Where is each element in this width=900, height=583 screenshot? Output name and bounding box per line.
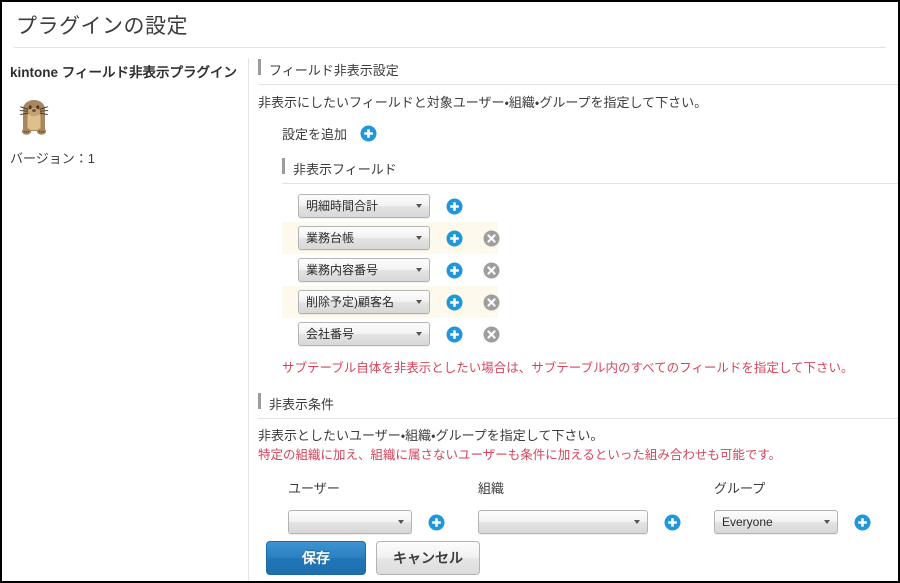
hide-conditions-block: 非表示条件 非表示としたいユーザー・組織・グループを指定して下さい。 特定の組織…	[258, 392, 898, 534]
plus-circle-icon	[446, 198, 463, 214]
otter-mascot-icon	[10, 91, 58, 139]
add-condition-button-group[interactable]	[854, 514, 871, 531]
hidden-field-row: 会社番号	[282, 318, 500, 350]
add-setting-plus-button[interactable]	[360, 125, 377, 142]
plus-circle-icon	[854, 514, 871, 530]
chevron-down-icon	[824, 520, 830, 524]
plus-circle-icon	[446, 326, 463, 342]
delete-circle-icon	[483, 262, 500, 278]
add-setting-label: 設定を追加	[282, 127, 348, 142]
field-hide-section-title: フィールド非表示設定	[258, 58, 898, 85]
condition-label-organization: 組織	[478, 481, 505, 496]
remove-field-button-2[interactable]	[483, 262, 500, 279]
condition-columns: ユーザー 組織 グループ Everyone	[288, 478, 898, 534]
chevron-down-icon	[416, 300, 422, 304]
hide-conditions-description: 非表示としたいユーザー・組織・グループを指定して下さい。	[258, 428, 604, 443]
chevron-down-icon	[416, 204, 422, 208]
plus-circle-icon	[428, 514, 445, 530]
plus-circle-icon	[446, 294, 463, 310]
condition-column-group: グループ Everyone	[714, 478, 894, 534]
hidden-field-select-0-value: 明細時間合計	[306, 199, 379, 213]
hidden-field-select-2-value: 業務内容番号	[306, 263, 379, 277]
hidden-field-select-2[interactable]: 業務内容番号	[298, 258, 430, 282]
settings-main: フィールド非表示設定 非表示にしたいフィールドと対象ユーザー・組織・グループを指…	[258, 58, 898, 534]
condition-control-user	[288, 510, 478, 534]
hidden-field-select-3[interactable]: 削除予定)顧客名	[298, 290, 430, 314]
add-condition-button-organization[interactable]	[664, 514, 681, 531]
subtable-warning: サブテーブル自体を非表示としたい場合は、サブテーブル内のすべてのフィールドを指定…	[282, 361, 854, 375]
condition-label-user: ユーザー	[288, 481, 340, 496]
remove-field-button-1[interactable]	[483, 230, 500, 247]
hidden-field-select-1[interactable]: 業務台帳	[298, 226, 430, 250]
condition-select-organization-value	[486, 511, 625, 533]
plugin-version: バージョン：1	[10, 151, 95, 166]
chevron-down-icon	[416, 236, 422, 240]
plus-circle-icon	[446, 262, 463, 278]
hidden-field-row: 明細時間合計	[282, 190, 498, 222]
add-field-button-2[interactable]	[446, 262, 463, 279]
chevron-down-icon	[398, 520, 404, 524]
add-field-button-4[interactable]	[446, 326, 463, 343]
delete-circle-icon	[483, 326, 500, 342]
add-setting-row: 設定を追加	[282, 124, 898, 143]
hidden-field-row: 削除予定)顧客名	[282, 286, 500, 318]
save-button[interactable]: 保存	[266, 541, 366, 575]
chevron-down-icon	[416, 332, 422, 336]
delete-circle-icon	[483, 230, 500, 246]
hidden-field-select-4[interactable]: 会社番号	[298, 322, 430, 346]
form-actions: 保存 キャンセル	[266, 541, 480, 575]
condition-select-group[interactable]: Everyone	[714, 510, 838, 534]
add-field-button-0[interactable]	[446, 198, 463, 215]
hidden-field-row: 業務内容番号	[282, 254, 500, 286]
hide-conditions-warning: 特定の組織に加え、組織に属さないユーザーも条件に加えるといった組み合わせも可能で…	[258, 448, 782, 462]
condition-select-user-value	[296, 511, 389, 533]
condition-select-group-value: Everyone	[722, 515, 773, 529]
field-hide-description: 非表示にしたいフィールドと対象ユーザー・組織・グループを指定して下さい。	[258, 95, 708, 110]
condition-column-user: ユーザー	[288, 478, 478, 534]
add-condition-button-user[interactable]	[428, 514, 445, 531]
hidden-field-rows: 明細時間合計 業務台帳業務内容番号削除予定)顧客名 会社番号	[282, 190, 898, 350]
chevron-down-icon	[416, 268, 422, 272]
hide-conditions-section-title: 非表示条件	[258, 392, 898, 419]
condition-control-organization	[478, 510, 714, 534]
cancel-button[interactable]: キャンセル	[376, 541, 480, 575]
page-title: プラグインの設定	[16, 15, 188, 38]
plus-circle-icon	[446, 230, 463, 246]
hidden-fields-section-title: 非表示フィールド	[282, 157, 898, 184]
remove-field-button-3[interactable]	[483, 294, 500, 311]
add-field-button-1[interactable]	[446, 230, 463, 247]
plugin-name: kintone フィールド非表示プラグイン	[10, 65, 237, 80]
hidden-field-select-0[interactable]: 明細時間合計	[298, 194, 430, 218]
condition-label-group: グループ	[714, 481, 766, 496]
sidebar-main-divider	[248, 58, 249, 581]
condition-column-organization: 組織	[478, 478, 714, 534]
condition-select-organization[interactable]	[478, 510, 648, 534]
hidden-fields-block: 非表示フィールド 明細時間合計 業務台帳業務内容番号削除予定)顧客名 会社番号 サブ…	[282, 157, 898, 378]
plugin-info-sidebar: kintone フィールド非表示プラグイン バージョン：1	[2, 58, 246, 167]
hidden-field-select-4-value: 会社番号	[306, 327, 355, 341]
page-header: プラグインの設定	[2, 2, 898, 46]
plugin-settings-page: プラグインの設定 kintone フィールド非表示プラグイン バージョン：1 フ…	[0, 0, 900, 583]
hidden-field-select-1-value: 業務台帳	[306, 231, 355, 245]
hidden-field-select-3-value: 削除予定)顧客名	[306, 295, 394, 309]
plus-circle-icon	[664, 514, 681, 530]
delete-circle-icon	[483, 294, 500, 310]
hidden-field-row: 業務台帳	[282, 222, 500, 254]
plus-circle-icon	[360, 125, 377, 142]
remove-field-button-4[interactable]	[483, 326, 500, 343]
add-field-button-3[interactable]	[446, 294, 463, 311]
condition-select-user[interactable]	[288, 510, 412, 534]
condition-control-group: Everyone	[714, 510, 894, 534]
header-divider	[14, 47, 886, 48]
chevron-down-icon	[634, 520, 640, 524]
